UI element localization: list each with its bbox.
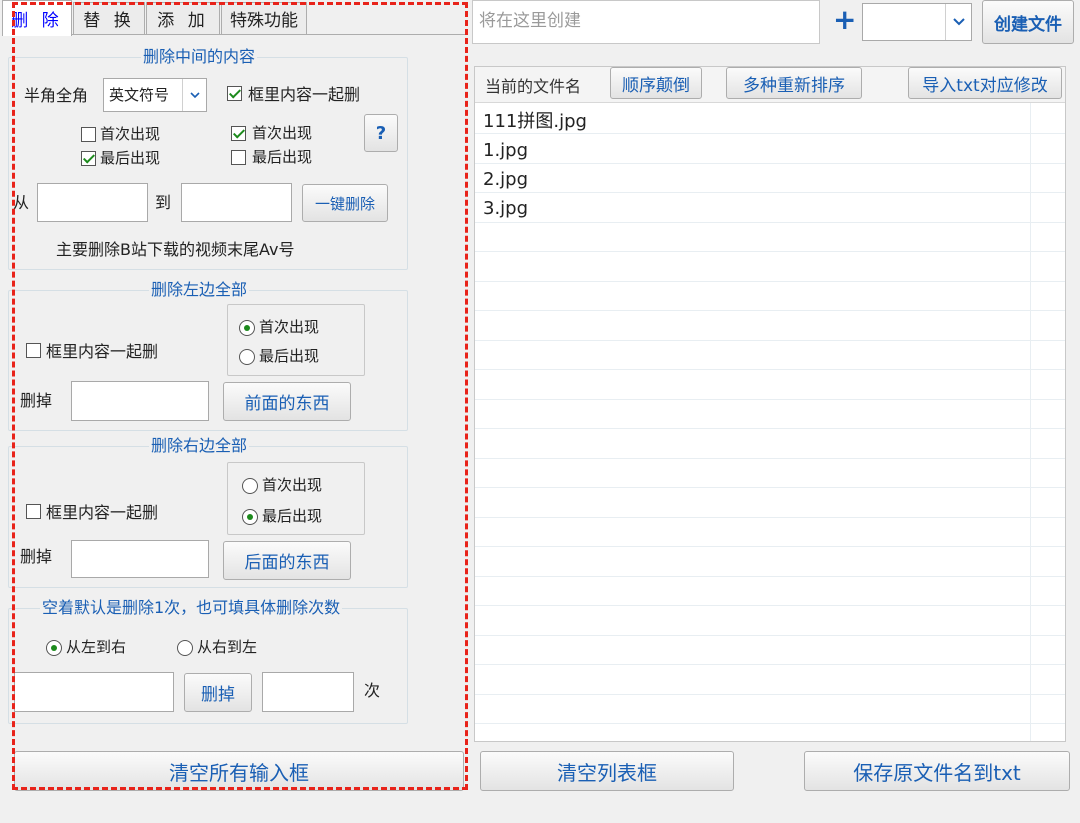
left-group-title: 删除左边全部 bbox=[149, 280, 250, 299]
list-row-line bbox=[475, 369, 1065, 370]
to-input[interactable] bbox=[181, 183, 292, 222]
chevron-down-icon[interactable] bbox=[182, 79, 206, 111]
right-first-radio-label: 首次出现 bbox=[262, 476, 323, 494]
list-row-line bbox=[475, 221, 1065, 223]
import-txt-button[interactable]: 导入txt对应修改 bbox=[908, 67, 1062, 99]
list-row-line bbox=[475, 457, 1065, 459]
right-first-radio[interactable] bbox=[242, 478, 258, 494]
filetype-dropdown[interactable] bbox=[862, 3, 972, 41]
left-with-box-checkbox[interactable] bbox=[26, 343, 41, 358]
filename-placeholder: 将在这里创建 bbox=[479, 11, 581, 31]
right-delete-input[interactable] bbox=[71, 540, 209, 578]
help-button[interactable]: ? bbox=[364, 114, 398, 152]
count-input[interactable] bbox=[262, 672, 354, 712]
left-first-radio[interactable] bbox=[239, 320, 255, 336]
right-to-left-label: 从右到左 bbox=[197, 638, 258, 656]
delete-before-button[interactable]: 前面的东西 bbox=[223, 382, 351, 421]
with-box-label: 框里内容一起删 bbox=[248, 85, 361, 104]
tab-delete[interactable]: 删 除 bbox=[2, 0, 72, 36]
right-group-title: 删除右边全部 bbox=[149, 436, 250, 455]
left-to-right-radio[interactable] bbox=[46, 640, 62, 656]
right-with-box-checkbox[interactable] bbox=[26, 504, 41, 519]
list-row-line bbox=[475, 723, 1065, 724]
save-names-txt-button[interactable]: 保存原文件名到txt bbox=[804, 751, 1070, 791]
reverse-order-button[interactable]: 顺序颠倒 bbox=[610, 67, 702, 99]
file-list[interactable]: 当前的文件名 111拼图.jpg 1.jpg 2.jpg 3.jpg bbox=[474, 66, 1066, 742]
list-row-line bbox=[475, 280, 1065, 282]
delete-after-button[interactable]: 后面的东西 bbox=[223, 541, 351, 580]
middle-note: 主要删除B站下载的视频末尾Av号 bbox=[56, 240, 295, 259]
from-input[interactable] bbox=[37, 183, 148, 222]
list-item[interactable]: 2.jpg bbox=[483, 165, 528, 194]
clear-list-button[interactable]: 清空列表框 bbox=[480, 751, 734, 791]
from-label: 从 bbox=[13, 193, 30, 212]
right-last-radio-label: 最后出现 bbox=[262, 507, 323, 525]
right-delete-label: 删掉 bbox=[20, 547, 53, 566]
tab-special[interactable]: 特殊功能 bbox=[221, 2, 307, 34]
tab-replace[interactable]: 替 换 bbox=[73, 2, 145, 34]
with-box-checkbox[interactable] bbox=[227, 86, 242, 101]
resort-button[interactable]: 多种重新排序 bbox=[726, 67, 862, 99]
list-row-line bbox=[475, 546, 1065, 547]
count-group-title: 空着默认是删除1次，也可填具体删除次数 bbox=[40, 598, 343, 617]
right-to-left-radio[interactable] bbox=[177, 640, 193, 656]
tab-add[interactable]: 添 加 bbox=[146, 2, 220, 34]
chevron-down-icon[interactable] bbox=[945, 4, 971, 40]
create-file-button[interactable]: 创建文件 bbox=[982, 0, 1074, 44]
right-last-checkbox[interactable] bbox=[231, 150, 246, 165]
left-first-checkbox[interactable] bbox=[81, 127, 96, 142]
filename-input[interactable]: 将在这里创建 bbox=[472, 0, 820, 44]
left-delete-input[interactable] bbox=[71, 381, 209, 421]
list-row-line bbox=[475, 634, 1065, 636]
right-with-box-label: 框里内容一起删 bbox=[46, 503, 159, 522]
halfwidth-label: 半角全角 bbox=[24, 86, 89, 105]
left-occurrence-box bbox=[227, 304, 365, 376]
count-text-input[interactable] bbox=[14, 672, 174, 712]
list-row-line bbox=[475, 605, 1065, 606]
list-row-line bbox=[475, 398, 1065, 400]
list-row-line bbox=[475, 339, 1065, 341]
list-item[interactable]: 111拼图.jpg bbox=[483, 107, 587, 136]
left-last-checkbox[interactable] bbox=[81, 151, 96, 166]
plus-icon[interactable]: + bbox=[833, 6, 856, 34]
right-last-radio[interactable] bbox=[242, 509, 258, 525]
left-with-box-label: 框里内容一起删 bbox=[46, 342, 159, 361]
symbol-select-value: 英文符号 bbox=[109, 86, 170, 104]
to-label: 到 bbox=[155, 193, 172, 212]
right-first-label: 首次出现 bbox=[252, 124, 313, 142]
left-first-label: 首次出现 bbox=[100, 125, 161, 143]
left-last-radio-label: 最后出现 bbox=[259, 347, 320, 365]
list-row-line bbox=[475, 428, 1065, 429]
left-last-label: 最后出现 bbox=[100, 149, 161, 167]
right-last-label: 最后出现 bbox=[252, 148, 313, 166]
list-row-line bbox=[475, 251, 1065, 252]
left-first-radio-label: 首次出现 bbox=[259, 318, 320, 336]
list-item[interactable]: 1.jpg bbox=[483, 136, 528, 165]
list-row-line bbox=[475, 516, 1065, 518]
times-label: 次 bbox=[364, 681, 381, 700]
left-delete-label: 删掉 bbox=[20, 391, 53, 410]
list-column-divider bbox=[1030, 67, 1031, 741]
one-click-delete-button[interactable]: 一键删除 bbox=[302, 184, 388, 222]
list-row-line bbox=[475, 487, 1065, 488]
symbol-select[interactable]: 英文符号 bbox=[103, 78, 207, 112]
list-header-filename: 当前的文件名 bbox=[485, 77, 582, 96]
list-row-line bbox=[475, 575, 1065, 577]
middle-group-title: 删除中间的内容 bbox=[141, 47, 258, 66]
list-row-line bbox=[475, 192, 1065, 193]
list-row-line bbox=[475, 664, 1065, 665]
left-to-right-label: 从左到右 bbox=[66, 638, 127, 656]
list-row-line bbox=[475, 310, 1065, 311]
right-first-checkbox[interactable] bbox=[231, 126, 246, 141]
clear-all-inputs-button[interactable]: 清空所有输入框 bbox=[14, 751, 464, 791]
list-item[interactable]: 3.jpg bbox=[483, 194, 528, 223]
list-row-line bbox=[475, 162, 1065, 164]
left-last-radio[interactable] bbox=[239, 349, 255, 365]
count-delete-button[interactable]: 删掉 bbox=[184, 673, 252, 712]
list-row-line bbox=[475, 693, 1065, 695]
